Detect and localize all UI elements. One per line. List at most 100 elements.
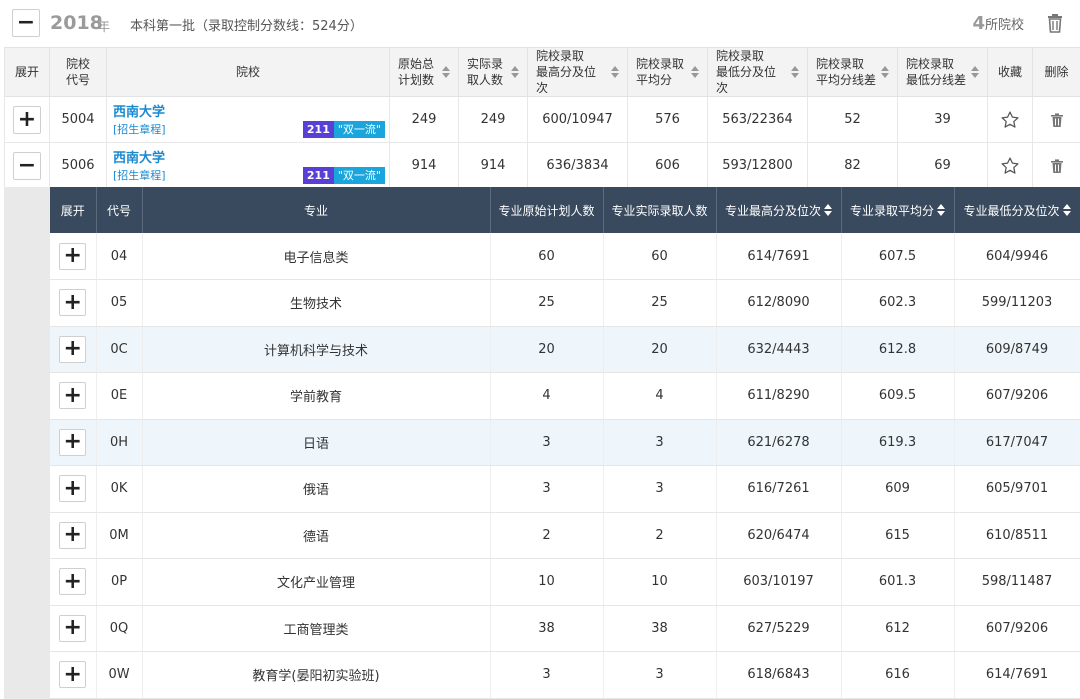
col-max-score[interactable]: 院校录取 最高分及位次 bbox=[527, 47, 628, 97]
col-avg-diff[interactable]: 院校录取 平均分线差 bbox=[807, 47, 898, 97]
expand-button[interactable]: + bbox=[59, 475, 87, 503]
delete-cell bbox=[1032, 96, 1080, 143]
min-score: 605/9701 bbox=[954, 465, 1080, 513]
min-score: 614/7691 bbox=[954, 651, 1080, 699]
major-table-header: 展开 代号 专业 专业原始计划人数 专业实际录取人数 专业最高分及位次 专业录取… bbox=[50, 187, 1080, 233]
star-icon[interactable] bbox=[1000, 156, 1020, 176]
star-icon[interactable] bbox=[1000, 110, 1020, 130]
admitted-count: 249 bbox=[458, 96, 528, 143]
avg-score: 602.3 bbox=[841, 279, 955, 327]
col-admitted[interactable]: 实际录 取人数 bbox=[458, 47, 528, 97]
expand-cell: + bbox=[50, 512, 97, 559]
major-name: 计算机科学与技术 bbox=[142, 326, 491, 373]
tag-211: 211 bbox=[302, 121, 334, 138]
expand-button[interactable]: + bbox=[59, 661, 87, 689]
expand-button[interactable]: + bbox=[59, 289, 87, 317]
plus-icon: + bbox=[63, 661, 82, 687]
col-max-score[interactable]: 专业最高分及位次 bbox=[716, 187, 842, 233]
admitted-count: 914 bbox=[458, 142, 528, 189]
plan-count: 249 bbox=[389, 96, 459, 143]
expand-button[interactable]: + bbox=[59, 521, 87, 549]
avg-score: 612.8 bbox=[841, 326, 955, 373]
major-table: 展开 代号 专业 专业原始计划人数 专业实际录取人数 专业最高分及位次 专业录取… bbox=[50, 187, 1080, 699]
university-row: + 5004 西南大学 [招生章程] 211 "双一流" 249 249 600/… bbox=[4, 96, 1080, 143]
col-admitted: 专业实际录取人数 bbox=[603, 187, 717, 233]
min-score: 607/9206 bbox=[954, 605, 1080, 652]
col-plan[interactable]: 原始总 计划数 bbox=[389, 47, 459, 97]
expand-button[interactable]: + bbox=[59, 335, 87, 363]
university-name-link[interactable]: 西南大学 bbox=[113, 101, 389, 120]
major-name: 教育学(晏阳初实验班) bbox=[142, 651, 491, 699]
sort-icon[interactable] bbox=[691, 66, 699, 78]
sort-icon[interactable] bbox=[611, 66, 619, 78]
expand-button[interactable]: + bbox=[59, 428, 87, 456]
collapse-year-button[interactable]: − bbox=[12, 9, 40, 37]
plan-count: 3 bbox=[490, 651, 604, 699]
expand-cell: + bbox=[50, 326, 97, 373]
expand-button[interactable]: + bbox=[13, 105, 41, 134]
plus-icon: + bbox=[17, 106, 37, 132]
avg-score: 615 bbox=[841, 512, 955, 559]
plus-icon: + bbox=[63, 568, 82, 594]
university-code: 5004 bbox=[49, 96, 107, 143]
expand-button[interactable]: + bbox=[59, 614, 87, 642]
plan-count: 20 bbox=[490, 326, 604, 373]
expand-button[interactable]: + bbox=[59, 568, 87, 596]
min-score: 609/8749 bbox=[954, 326, 1080, 373]
tag-double-first-class: "双一流" bbox=[333, 167, 385, 184]
school-count-suffix: 所院校 bbox=[984, 18, 1024, 33]
major-row: + 0C 计算机科学与技术 20 20 632/4443 612.8 609/8… bbox=[50, 326, 1080, 373]
tag-double-first-class: "双一流" bbox=[333, 121, 385, 138]
year-label: 2018 bbox=[50, 12, 103, 34]
admitted-count: 3 bbox=[603, 651, 717, 699]
university-cell: 西南大学 [招生章程] 211 "双一流" bbox=[106, 142, 390, 189]
max-score: 618/6843 bbox=[716, 651, 842, 699]
min-score: 617/7047 bbox=[954, 419, 1080, 466]
university-row: − 5006 西南大学 [招生章程] 211 "双一流" 914 914 636/… bbox=[4, 142, 1080, 189]
plus-icon: + bbox=[63, 289, 82, 315]
max-score: 614/7691 bbox=[716, 233, 842, 280]
major-row: + 04 电子信息类 60 60 614/7691 607.5 604/9946 bbox=[50, 233, 1080, 280]
sort-icon[interactable] bbox=[971, 66, 979, 78]
plan-count: 25 bbox=[490, 279, 604, 327]
trash-icon[interactable] bbox=[1049, 112, 1065, 128]
major-row: + 05 生物技术 25 25 612/8090 602.3 599/11203 bbox=[50, 279, 1080, 327]
expand-cell: + bbox=[50, 419, 97, 466]
sort-icon[interactable] bbox=[881, 66, 889, 78]
major-code: 0K bbox=[96, 465, 143, 513]
col-min-score[interactable]: 专业最低分及位次 bbox=[954, 187, 1080, 233]
expand-button[interactable]: + bbox=[59, 242, 87, 270]
major-code: 0E bbox=[96, 372, 143, 420]
major-code: 05 bbox=[96, 279, 143, 327]
col-avg-score[interactable]: 专业录取平均分 bbox=[841, 187, 955, 233]
major-code: 04 bbox=[96, 233, 143, 280]
avg-score: 609 bbox=[841, 465, 955, 513]
sort-icon[interactable] bbox=[791, 66, 799, 78]
col-avg-score[interactable]: 院校录取 平均分 bbox=[627, 47, 708, 97]
inner-table-gutter bbox=[4, 187, 50, 699]
max-score: 636/3834 bbox=[527, 142, 628, 189]
collapse-button[interactable]: − bbox=[13, 151, 41, 180]
major-code: 0C bbox=[96, 326, 143, 373]
trash-icon[interactable] bbox=[1044, 12, 1066, 34]
sort-icon[interactable] bbox=[824, 204, 832, 216]
expand-button[interactable]: + bbox=[59, 382, 87, 410]
min-score: 604/9946 bbox=[954, 233, 1080, 280]
sort-icon[interactable] bbox=[937, 204, 945, 216]
admitted-count: 2 bbox=[603, 512, 717, 559]
col-min-diff[interactable]: 院校录取 最低分线差 bbox=[897, 47, 988, 97]
sort-icon[interactable] bbox=[511, 66, 519, 78]
minus-icon: − bbox=[16, 10, 36, 35]
year-header: − 2018 年 本科第一批（录取控制分数线：524分） 4所院校 bbox=[0, 0, 1080, 47]
major-code: 0M bbox=[96, 512, 143, 559]
sort-icon[interactable] bbox=[442, 66, 450, 78]
plus-icon: + bbox=[63, 522, 82, 548]
major-row: + 0W 教育学(晏阳初实验班) 3 3 618/6843 616 614/76… bbox=[50, 651, 1080, 699]
col-min-score[interactable]: 院校录取 最低分及位次 bbox=[707, 47, 808, 97]
major-name: 工商管理类 bbox=[142, 605, 491, 652]
sort-icon[interactable] bbox=[1062, 204, 1071, 216]
trash-icon[interactable] bbox=[1049, 158, 1065, 174]
plus-icon: + bbox=[63, 615, 82, 641]
plan-count: 10 bbox=[490, 558, 604, 606]
university-name-link[interactable]: 西南大学 bbox=[113, 147, 389, 166]
